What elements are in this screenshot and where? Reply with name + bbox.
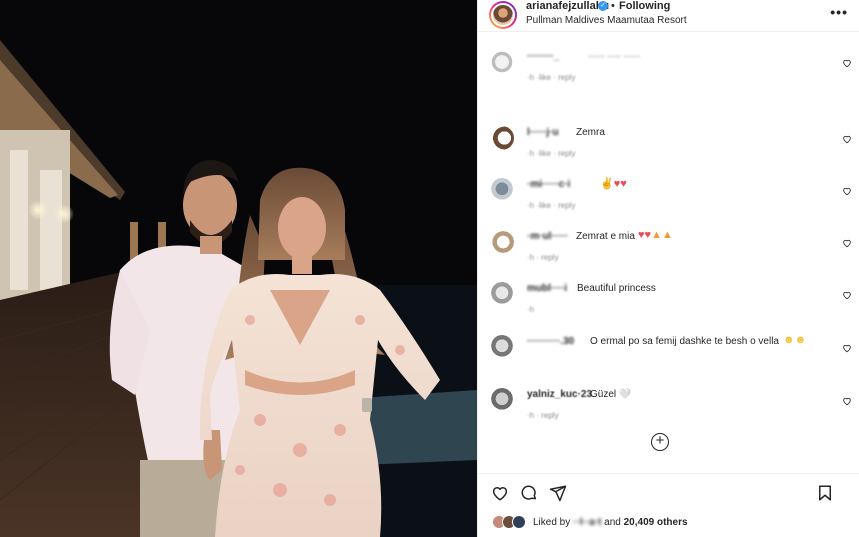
comment-item: ·m·ul····· Zemrat e mia ♥♥▲▲ ·h · reply (478, 218, 859, 270)
post-photo-scene (0, 0, 477, 537)
author-avatar[interactable] (489, 1, 517, 29)
post-actions: Liked by ··l··a·t and 20,409 others (478, 473, 859, 537)
comment-text: O ermal po sa femij dashke te besh o vel… (590, 336, 779, 347)
commenter-avatar[interactable] (490, 50, 514, 74)
commenter-username[interactable]: mubl····i (527, 283, 567, 294)
post-location[interactable]: Pullman Maldives Maamutaa Resort (526, 15, 687, 26)
comment-bubble-icon[interactable] (520, 484, 538, 502)
comment-meta[interactable]: ·h · reply (527, 411, 559, 420)
comment-text: Zemrat e mia (576, 231, 635, 242)
post-side-panel: arianafejzullahu ✓ • Following Pullman M… (477, 0, 859, 537)
following-button[interactable]: Following (619, 0, 670, 12)
bookmark-icon[interactable] (816, 484, 834, 502)
commenter-username[interactable]: ·m·ul····· (527, 231, 568, 242)
commenter-avatar[interactable] (490, 282, 514, 306)
comment-like-heart-icon[interactable] (842, 134, 852, 144)
liked-by-prefix: Liked by (533, 517, 571, 528)
comment-item: ·mi·····c·i ✌♥♥ ·h ·like · reply (478, 166, 859, 218)
post-header: arianafejzullahu ✓ • Following Pullman M… (478, 0, 859, 32)
post-photo[interactable] (0, 0, 477, 537)
author-username[interactable]: arianafejzullahu (526, 0, 609, 12)
comment-meta[interactable]: ·h · reply (527, 253, 559, 262)
verified-badge-icon: ✓ (598, 1, 608, 11)
comment-meta[interactable]: ·h ·like · reply (527, 73, 575, 82)
liked-by-and: and (604, 517, 621, 528)
laughing-emoji-icon: ☻ (794, 334, 807, 346)
comment-meta[interactable]: ·h ·like · reply (527, 149, 575, 158)
comment-like-heart-icon[interactable] (842, 186, 852, 196)
liked-by-avatars[interactable] (492, 515, 528, 529)
liked-by-summary: Liked by ··l··a·t and 20,409 others (533, 517, 688, 528)
heart-emoji-icon: ♥ (620, 178, 627, 190)
comment-item: ········_ ····· ···· ····· ·h ·like · re… (478, 38, 859, 90)
more-options-icon[interactable]: ••• (830, 4, 848, 20)
fire-emoji-icon: ▲ (661, 229, 673, 241)
raised-hands-emoji-icon: ✌ (600, 178, 614, 190)
comment-like-heart-icon[interactable] (842, 238, 852, 248)
commenter-username[interactable]: l·····j·u (527, 127, 559, 138)
comment-item: l·····j·u Zemra ·h ·like · reply (478, 114, 859, 166)
heart-outline-icon[interactable] (491, 484, 509, 502)
comment-like-heart-icon[interactable] (842, 290, 852, 300)
comment-item: ··········.30 O ermal po sa femij dashke… (478, 323, 859, 375)
comment-emojis: ✌♥♥ (600, 177, 627, 190)
liked-by-count[interactable]: 20,409 others (624, 517, 688, 528)
fire-emoji-icon: ▲ (651, 229, 662, 241)
comment-emojis: ☻☻ (783, 334, 806, 346)
commenter-avatar[interactable] (490, 388, 514, 412)
laughing-emoji-icon: ☻ (783, 334, 795, 346)
comment-text: Zemra (576, 127, 605, 138)
load-more-comments-icon[interactable]: + (651, 433, 669, 451)
header-separator: • (611, 0, 615, 12)
liked-by-user[interactable]: ··l··a·t (573, 517, 601, 528)
comment-like-heart-icon[interactable] (842, 343, 852, 353)
commenter-username[interactable]: ········_ (527, 51, 559, 62)
comment-emojis: ♥♥▲▲ (638, 229, 673, 241)
comment-item: yalniz_kuc·23 Güzel 🤍 ·h · reply (478, 376, 859, 428)
commenter-username[interactable]: ·mi·····c·i (527, 179, 570, 190)
comment-item: mubl····i Beautiful princess ·h (478, 270, 859, 322)
comment-meta[interactable]: ·h (527, 305, 534, 314)
commenter-username[interactable]: yalniz_kuc·23 (527, 389, 592, 400)
comment-meta[interactable]: ·h ·like · reply (527, 201, 575, 210)
comment-text: Güzel 🤍 (590, 389, 632, 400)
commenter-avatar[interactable] (490, 178, 514, 202)
comment-like-heart-icon[interactable] (842, 396, 852, 406)
comment-like-heart-icon[interactable] (842, 58, 852, 68)
send-paper-plane-icon[interactable] (549, 484, 567, 502)
comment-text: Beautiful princess (577, 283, 656, 294)
commenter-avatar[interactable] (490, 335, 514, 359)
commenter-username[interactable]: ··········.30 (527, 336, 574, 347)
commenter-avatar[interactable] (490, 230, 514, 254)
comments-list[interactable]: ········_ ····· ···· ····· ·h ·like · re… (478, 33, 859, 473)
comment-text: ····· ···· ····· (588, 51, 641, 62)
commenter-avatar[interactable] (490, 126, 514, 150)
